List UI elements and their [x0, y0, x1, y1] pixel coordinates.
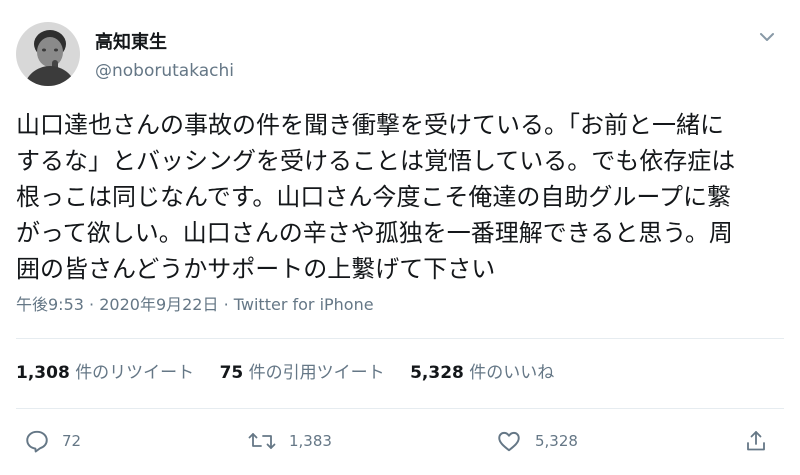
author-block[interactable]: 高知東生 @noborutakachi: [95, 32, 234, 82]
reply-button[interactable]: 72: [24, 424, 81, 458]
divider: [16, 408, 784, 409]
reply-icon: [24, 428, 50, 454]
tweet-source[interactable]: Twitter for iPhone: [234, 295, 374, 314]
display-name[interactable]: 高知東生: [95, 32, 234, 54]
tweet-text-line: するな」とバッシングを受けることは覚悟している。でも依存症は: [16, 147, 736, 175]
share-icon: [744, 428, 768, 454]
tweet-text-line: 山口達也さんの事故の件を聞き衝撃を受けている。「お前と一緒に: [16, 111, 724, 139]
quotes-stat-count: 75: [219, 363, 244, 383]
likes-stat-count: 5,328: [410, 363, 464, 383]
tweet-text-line: 根っこは同じなんです。山口さん今度こそ俺達の自助グループに繋: [16, 183, 731, 211]
avatar-image: [16, 22, 80, 86]
like-count: 5,328: [535, 432, 578, 450]
tweet-text-line: 囲の皆さんどうかサポートの上繫げて下さい: [16, 255, 496, 283]
quotes-stat[interactable]: 75 件の引用ツイート: [220, 362, 385, 384]
reply-count: 72: [62, 432, 82, 450]
tweet-meta: 午後9:53 · 2020年9月22日 · Twitter for iPhone: [16, 294, 374, 316]
likes-stat[interactable]: 5,328 件のいいね: [410, 362, 554, 384]
chevron-down-icon[interactable]: [756, 26, 778, 48]
retweets-stat[interactable]: 1,308 件のリツイート: [16, 362, 194, 384]
quotes-stat-label: 件の引用ツイート: [248, 363, 385, 383]
tweet-text-line: がって欲しい。山口さんの辛さや孤独を一番理解できると思う。周: [16, 219, 733, 247]
retweets-stat-label: 件のリツイート: [75, 363, 195, 383]
tweet-date[interactable]: 2020年9月22日: [99, 295, 218, 314]
retweet-count: 1,383: [289, 432, 332, 450]
tweet-time[interactable]: 午後9:53: [16, 295, 84, 314]
like-button[interactable]: 5,328: [495, 424, 578, 458]
like-icon: [495, 428, 523, 454]
share-button[interactable]: [744, 424, 768, 458]
user-handle[interactable]: @noborutakachi: [95, 60, 234, 82]
tweet-text: 山口達也さんの事故の件を聞き衝撃を受けている。「お前と一緒に するな」とバッシン…: [16, 107, 786, 287]
avatar[interactable]: [16, 22, 80, 86]
meta-separator: ·: [89, 295, 95, 314]
tweet-card: 高知東生 @noborutakachi 山口達也さんの事故の件を聞き衝撃を受けて…: [0, 0, 800, 475]
retweets-stat-count: 1,308: [16, 363, 70, 383]
tweet-actions: 72 1,383 5,328: [0, 424, 800, 458]
likes-stat-label: 件のいいね: [469, 363, 555, 383]
retweet-icon: [247, 428, 277, 454]
retweet-button[interactable]: 1,383: [247, 424, 332, 458]
divider: [16, 338, 784, 339]
tweet-stats: 1,308 件のリツイート 75 件の引用ツイート 5,328 件のいいね: [16, 362, 574, 384]
meta-separator: ·: [223, 295, 229, 314]
